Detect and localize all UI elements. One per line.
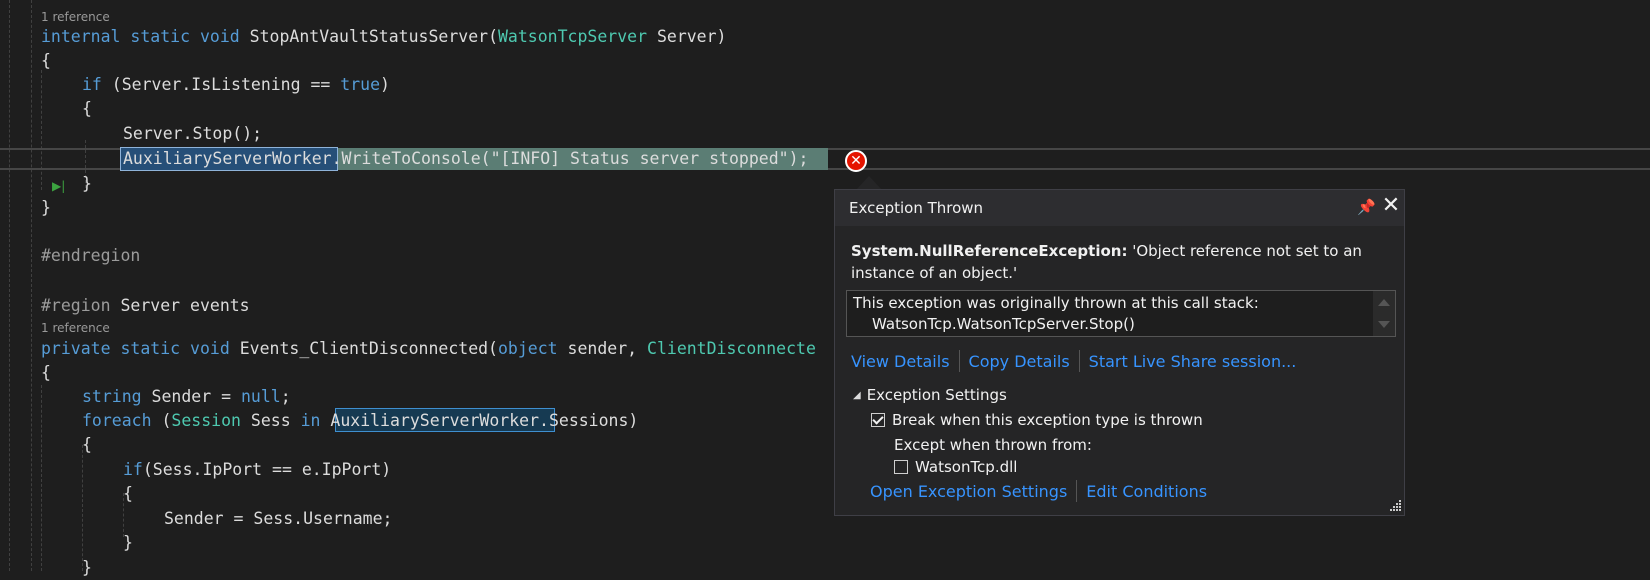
code-line: { [41,51,51,70]
code-text: Sess [240,411,301,430]
scroll-down-icon[interactable] [1378,321,1390,328]
code-line-exception: AuxiliaryServerWorker.WriteToConsole("[I… [0,147,808,171]
module-checkbox[interactable] [894,460,908,474]
code-text: Server) [647,27,727,46]
exception-settings-header[interactable]: ◢ Exception Settings [853,386,1007,404]
keyword: null [240,387,281,406]
code-line: foreach (Session Sess in AuxiliaryServer… [0,409,638,433]
action-links: View Details Copy Details Start Live Share… [851,350,1296,372]
keyword: if [82,75,102,94]
popup-header[interactable]: Exception Thrown 📌 ✕ [835,190,1404,226]
keyword: private [41,339,111,358]
keyword: static [130,27,191,46]
edit-conditions-link[interactable]: Edit Conditions [1086,482,1207,501]
copy-details-link[interactable]: Copy Details [969,352,1070,371]
scroll-up-icon[interactable] [1378,299,1390,306]
codelens-references[interactable]: 1 reference [41,9,110,25]
code-text: .WriteToConsole("[INFO] Status server st… [331,149,809,168]
exception-message: System.NullReferenceException: 'Object r… [851,240,1371,284]
call-stack-header: This exception was originally thrown at … [853,294,1259,312]
link-separator [958,350,960,372]
popup-title: Exception Thrown [849,199,984,217]
call-stack-frame[interactable]: WatsonTcp.WatsonTcpServer.Stop() [872,315,1135,333]
error-icon[interactable]: ✕ [845,150,867,172]
keyword: foreach [82,411,152,430]
code-line: Sender = Sess.Username; [164,509,393,528]
codelens-references[interactable]: 1 reference [41,320,110,336]
pin-icon[interactable]: 📌 [1357,197,1376,217]
code-line: { [123,484,133,503]
keyword: internal [41,27,121,46]
keyword: void [199,27,240,46]
symbol-name[interactable]: AuxiliaryServerWorker [123,149,332,168]
code-text: sender, [557,339,648,358]
view-details-link[interactable]: View Details [851,352,950,371]
code-line-directive: #region Server events [0,294,250,318]
keyword: static [120,339,181,358]
symbol-name[interactable]: AuxiliaryServerWorker [330,411,539,430]
code-line: } [41,198,51,217]
code-line: { [82,435,92,454]
code-line: } [82,558,92,577]
keyword: if [123,460,143,479]
keyword: string [82,387,142,406]
exception-popup: Exception Thrown 📌 ✕ System.NullReferenc… [834,189,1405,516]
call-stack-scrollbar[interactable] [1373,291,1395,336]
keyword: object [498,339,558,358]
popup-pointer [856,176,882,190]
module-exception-row[interactable]: WatsonTcp.dll [894,458,1017,476]
code-text: ) [380,75,390,94]
directive: #region [41,296,111,315]
code-text: Sender = [141,387,241,406]
code-line: string Sender = null; [0,385,291,409]
code-text: (Sess.IpPort == e.IpPort) [142,460,392,479]
keyword: true [340,75,381,94]
code-line: } [82,174,92,193]
exception-settings-title: Exception Settings [866,386,1007,404]
exception-type: System.NullReferenceException: [851,242,1128,260]
code-text: .Sessions) [539,411,639,430]
link-separator [1076,480,1078,502]
collapse-triangle-icon[interactable]: ◢ [853,390,861,401]
type-name: Session [171,411,241,430]
link-separator [1078,350,1080,372]
code-line: { [41,363,51,382]
code-line: private static void Events_ClientDisconn… [0,337,816,361]
keyword: in [300,411,321,430]
module-label: WatsonTcp.dll [915,458,1018,476]
method-name: Events_ClientDisconnected( [229,339,498,358]
type-name: WatsonTcpServer [498,27,648,46]
code-text: ( [151,411,172,430]
except-when-thrown-label: Except when thrown from: [894,436,1092,454]
open-exception-settings-link[interactable]: Open Exception Settings [870,482,1067,501]
code-line: if (Server.IsListening == true) [0,73,390,97]
code-text: (Server.IsListening == [101,75,341,94]
break-when-thrown-checkbox[interactable] [871,413,885,427]
method-name: StopAntVaultStatusServer( [239,27,498,46]
live-share-link[interactable]: Start Live Share session... [1089,352,1297,371]
footer-links: Open Exception Settings Edit Conditions [870,480,1207,502]
code-line: internal static void StopAntVaultStatusS… [0,25,727,49]
code-line: Server.Stop(); [123,124,263,143]
code-line: } [123,533,133,552]
keyword: void [190,339,230,358]
call-stack-box[interactable]: This exception was originally thrown at … [846,290,1396,337]
code-line-directive: #endregion [41,246,141,265]
type-name: ClientDisconnecte [647,339,816,358]
code-text: ; [280,387,291,406]
code-text: Server events [110,296,250,315]
code-line: if(Sess.IpPort == e.IpPort) [0,458,391,482]
close-icon[interactable]: ✕ [1381,195,1401,217]
break-when-thrown-label: Break when this exception type is thrown [892,411,1203,429]
break-when-thrown-row[interactable]: Break when this exception type is thrown [871,411,1203,429]
code-line: { [82,99,92,118]
resize-grip-icon[interactable] [1389,500,1401,512]
